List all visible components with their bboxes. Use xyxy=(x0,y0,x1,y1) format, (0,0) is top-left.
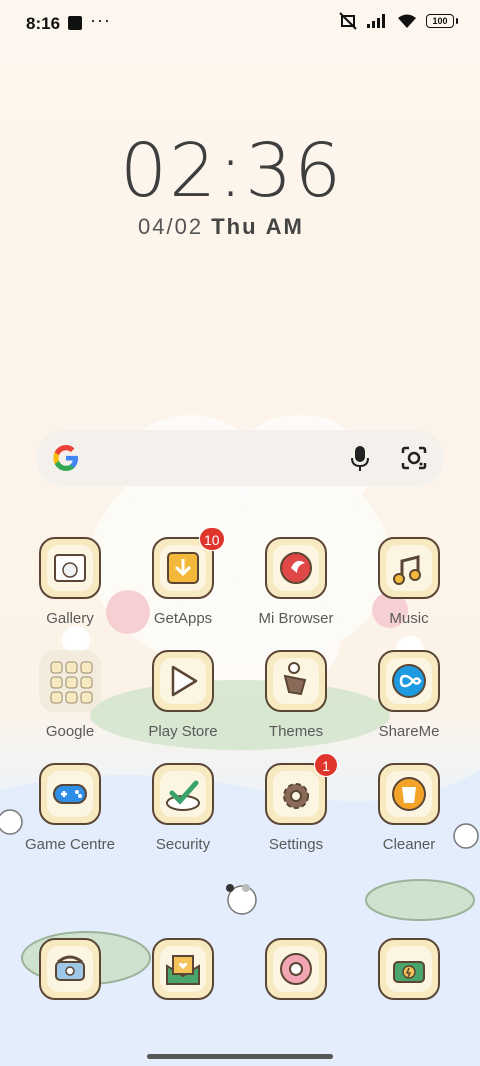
app-label-settings: Settings xyxy=(268,836,324,853)
shield-check-icon xyxy=(152,763,214,825)
app-label-gallery: Gallery xyxy=(46,610,94,627)
app-play-store[interactable]: Play Store xyxy=(133,650,233,740)
folder-google[interactable]: Google xyxy=(20,650,120,740)
browser-icon xyxy=(265,537,327,599)
app-label-play-store: Play Store xyxy=(148,723,218,740)
music-note-icon xyxy=(378,537,440,599)
page-dot-active xyxy=(226,884,234,892)
app-label-security: Security xyxy=(155,836,211,853)
folder-icon xyxy=(39,650,101,712)
app-label-themes: Themes xyxy=(268,723,324,740)
wifi-icon xyxy=(398,14,416,28)
chrome-icon xyxy=(265,938,327,1000)
page-dot xyxy=(242,884,250,892)
notification-badge: 10 xyxy=(199,527,225,551)
google-g-icon xyxy=(53,445,78,471)
home-gesture-bar[interactable] xyxy=(147,1054,333,1059)
app-mi-browser[interactable]: Mi Browser xyxy=(246,537,346,627)
page-indicator[interactable] xyxy=(226,884,250,892)
app-label-game-centre: Game Centre xyxy=(24,836,116,853)
app-label-google: Google xyxy=(45,723,95,740)
clock-weekday: Thu xyxy=(211,214,258,239)
app-getapps[interactable]: GetApps 10 xyxy=(133,527,233,627)
camera-icon xyxy=(378,938,440,1000)
dock-phone[interactable] xyxy=(20,938,120,1000)
gallery-icon xyxy=(39,537,101,599)
app-music[interactable]: Music xyxy=(359,537,459,627)
app-gallery[interactable]: Gallery xyxy=(20,537,120,627)
dock-chrome[interactable] xyxy=(246,938,346,1000)
app-label-getapps: GetApps xyxy=(153,610,213,627)
google-search-bar[interactable] xyxy=(36,430,444,486)
app-label-mi-browser: Mi Browser xyxy=(258,610,334,627)
app-game-centre[interactable]: Game Centre xyxy=(20,763,120,853)
app-themes[interactable]: Themes xyxy=(246,650,346,740)
infinity-icon xyxy=(378,650,440,712)
app-security[interactable]: Security xyxy=(133,763,233,853)
dock-camera[interactable] xyxy=(359,938,459,1000)
clock-date[interactable]: 04/02 Thu AM xyxy=(138,214,304,240)
status-time: 8:16 xyxy=(26,14,61,33)
phone-icon xyxy=(39,938,101,1000)
app-label-shareme: ShareMe xyxy=(378,723,440,740)
clock-date-value: 04/02 xyxy=(138,214,204,239)
gamepad-icon xyxy=(39,763,101,825)
app-label-music: Music xyxy=(389,610,429,627)
paint-brush-icon xyxy=(265,650,327,712)
battery-indicator: 100 xyxy=(426,14,458,28)
status-bar: 8:16 ··· 100 xyxy=(0,0,480,48)
more-notifications-icon: ··· xyxy=(90,10,111,30)
app-settings[interactable]: Settings 1 xyxy=(246,753,346,853)
app-shareme[interactable]: ShareMe xyxy=(359,650,459,740)
dock-messages[interactable] xyxy=(133,938,233,1000)
camera-lens-icon[interactable] xyxy=(400,445,428,471)
app-cleaner[interactable]: Cleaner xyxy=(359,763,459,853)
play-store-icon xyxy=(152,650,214,712)
clock-time[interactable]: 02:36 xyxy=(120,128,343,214)
clock-ampm: AM xyxy=(265,214,304,239)
message-icon xyxy=(152,938,214,1000)
trash-icon xyxy=(378,763,440,825)
microphone-icon[interactable] xyxy=(348,444,372,472)
notification-badge: 1 xyxy=(314,753,338,777)
app-label-cleaner: Cleaner xyxy=(382,836,436,853)
signal-icon xyxy=(367,14,385,28)
vibrate-mute-icon xyxy=(339,12,357,30)
notification-app-icon xyxy=(68,16,82,30)
